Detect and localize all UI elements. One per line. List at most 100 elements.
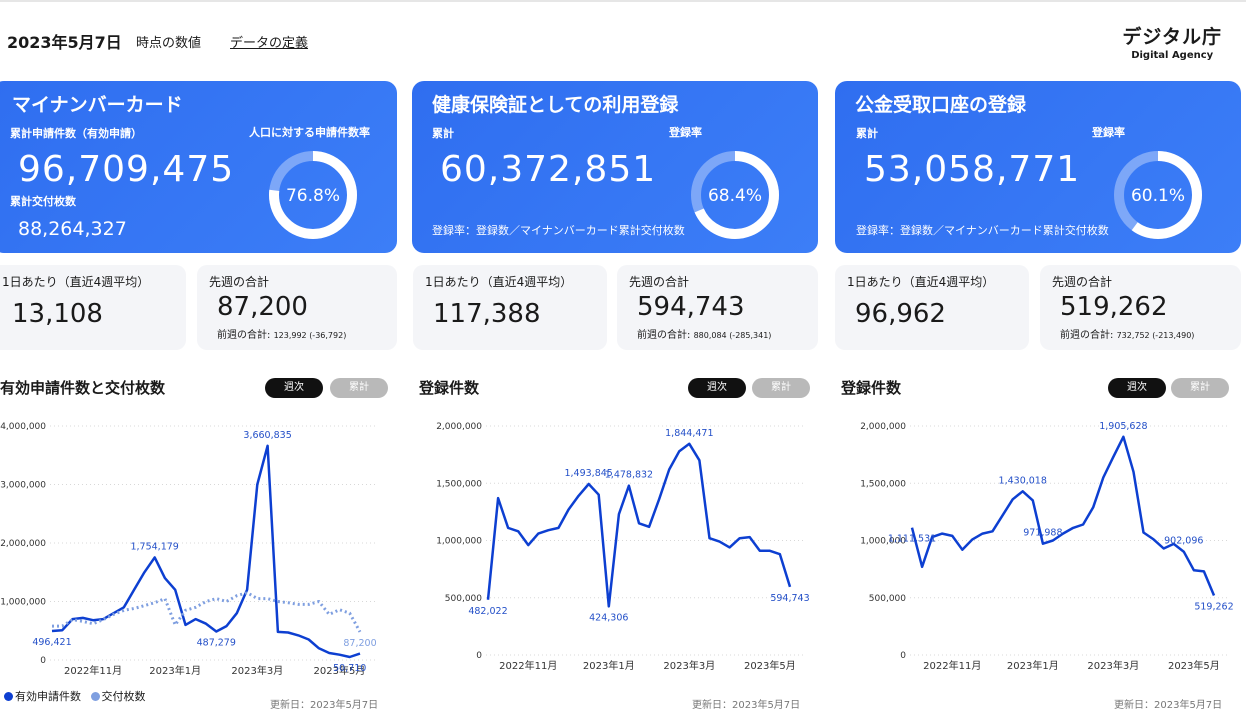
weekly-toggle[interactable]: 週次 xyxy=(265,378,323,398)
y-tick-label: 4,000,000 xyxy=(0,422,46,432)
previous-week: 前週の合計: 732,752 (-213,490) xyxy=(1060,326,1194,341)
mynumber-card-summary: マイナンバーカード 累計申請件数（有効申請） 96,709,475 累計交付枚数… xyxy=(0,81,397,253)
weekly-toggle[interactable]: 週次 xyxy=(688,378,746,398)
y-tick-label: 2,000,000 xyxy=(0,539,46,549)
data-label: 3,660,835 xyxy=(243,430,291,441)
data-label: 1,905,628 xyxy=(1099,421,1147,432)
data-label: 1,844,471 xyxy=(665,428,713,439)
digital-agency-logo: デジタル庁 Digital Agency xyxy=(1122,22,1222,61)
daily-average-value: 96,962 xyxy=(855,299,946,329)
x-tick-label: 2023年5月 xyxy=(1168,659,1220,672)
x-tick-label: 2023年1月 xyxy=(1007,659,1059,672)
as-of-date: 2023年5月7日 xyxy=(7,33,122,52)
health-insurance-summary: 健康保険証としての利用登録 累計 60,372,851 登録率 68.4% 登録… xyxy=(412,81,818,253)
x-tick-label: 2022年11月 xyxy=(923,659,981,672)
x-tick-label: 2023年3月 xyxy=(663,659,715,672)
data-label: 87,200 xyxy=(343,638,376,649)
card-title: マイナンバーカード xyxy=(12,94,183,116)
daily-average-label: 1日あたり（直近4週平均） xyxy=(2,275,150,289)
chart-title-account: 登録件数 xyxy=(841,379,902,397)
series-line xyxy=(910,435,1216,596)
health-registration-line-chart: 0 500,000 1,000,000 1,500,000 2,000,000 2022年… xyxy=(436,422,809,672)
x-tick-label: 2023年1月 xyxy=(149,664,201,677)
last-week-value: 87,200 xyxy=(217,292,308,322)
cumulative-toggle[interactable]: 累計 xyxy=(752,378,810,398)
data-label: 519,262 xyxy=(1194,602,1233,613)
issued-label: 累計交付枚数 xyxy=(10,195,76,208)
total-label: 累計 xyxy=(856,127,878,140)
rate-donut: 68.4% xyxy=(691,151,779,239)
last-week-value: 594,743 xyxy=(637,292,745,322)
public-account-summary: 公金受取口座の登録 累計 53,058,771 登録率 60.1% 登録率：登録… xyxy=(835,81,1241,253)
issued-value: 88,264,327 xyxy=(18,218,127,240)
updated-date: 更新日：2023年5月7日 xyxy=(692,700,801,711)
last-week-label: 先週の合計 xyxy=(1052,275,1113,289)
data-label: 1,754,179 xyxy=(130,541,178,552)
daily-average-label: 1日あたり（直近4週平均） xyxy=(847,275,995,289)
cumulative-toggle[interactable]: 累計 xyxy=(1171,378,1229,398)
cumulative-toggle[interactable]: 累計 xyxy=(330,378,388,398)
daily-average-card: 1日あたり（直近4週平均） 96,962 xyxy=(835,265,1029,350)
previous-week: 前週の合計: 123,992 (-36,792) xyxy=(217,326,346,341)
rate-label: 人口に対する申請件数率 xyxy=(249,126,370,139)
last-week-value: 519,262 xyxy=(1060,292,1168,322)
y-tick-label: 0 xyxy=(900,651,906,661)
previous-week-label: 前週の合計: xyxy=(637,330,691,341)
daily-average-value: 117,388 xyxy=(433,299,541,329)
previous-week-label: 前週の合計: xyxy=(217,330,271,341)
chart-legend: 有効申請件数 交付枚数 xyxy=(4,688,146,704)
legend-swatch-applications xyxy=(4,691,13,701)
y-tick-label: 1,500,000 xyxy=(860,479,906,489)
rate-label: 登録率 xyxy=(669,126,702,139)
rate-value: 76.8% xyxy=(286,186,340,206)
legend-applications: 有効申請件数 xyxy=(15,690,81,703)
total-value: 60,372,851 xyxy=(440,149,657,190)
updated-date: 更新日：2023年5月7日 xyxy=(270,700,379,711)
y-tick-label: 2,000,000 xyxy=(436,422,482,432)
daily-average-label: 1日あたり（直近4週平均） xyxy=(425,275,573,289)
legend-issued: 交付枚数 xyxy=(101,690,146,703)
y-tick-label: 500,000 xyxy=(445,594,482,604)
previous-week: 前週の合計: 880,084 (-285,341) xyxy=(637,326,771,341)
data-definition-link[interactable]: データの定義 xyxy=(230,32,308,51)
as-of-note: 時点の数値 xyxy=(136,36,202,51)
data-label: 1,430,018 xyxy=(999,475,1047,486)
y-tick-label: 0 xyxy=(476,651,482,661)
chart-title-applications: 有効申請件数と交付枚数 xyxy=(0,379,166,397)
series-line xyxy=(486,442,792,608)
x-tick-label: 2023年5月 xyxy=(744,659,796,672)
x-tick-label: 2023年1月 xyxy=(583,659,635,672)
logo-english: Digital Agency xyxy=(1131,50,1214,61)
series-line xyxy=(52,591,362,633)
daily-average-card: 1日あたり（直近4週平均） 13,108 xyxy=(0,265,186,350)
rate-label: 登録率 xyxy=(1092,126,1125,139)
applications-label: 累計申請件数（有効申請） xyxy=(10,127,142,140)
data-label: 1,111,531 xyxy=(888,534,936,545)
applications-line-chart: 0 1,000,000 2,000,000 3,000,000 4,000,000 202… xyxy=(0,422,376,677)
last-week-card: 先週の合計 594,743 前週の合計: 880,084 (-285,341) xyxy=(617,265,818,350)
data-label: 594,743 xyxy=(770,593,809,604)
data-label: 1,478,832 xyxy=(605,470,653,481)
weekly-toggle[interactable]: 週次 xyxy=(1108,378,1166,398)
last-week-label: 先週の合計 xyxy=(209,275,270,289)
last-week-card: 先週の合計 519,262 前週の合計: 732,752 (-213,490) xyxy=(1040,265,1241,350)
y-tick-label: 500,000 xyxy=(869,594,906,604)
applications-value: 96,709,475 xyxy=(18,149,235,190)
rate-value: 60.1% xyxy=(1131,186,1185,206)
data-label: 424,306 xyxy=(589,612,628,623)
y-tick-label: 1,000,000 xyxy=(436,537,482,547)
total-label: 累計 xyxy=(432,127,454,140)
data-label: 902,096 xyxy=(1164,536,1203,547)
data-label: 482,022 xyxy=(468,606,507,617)
daily-average-value: 13,108 xyxy=(12,299,103,329)
rate-footnote: 登録率：登録数／マイナンバーカード累計交付枚数 xyxy=(856,224,1109,237)
series-line xyxy=(51,444,361,659)
x-tick-label: 2023年3月 xyxy=(231,664,283,677)
previous-week-value: 880,084 (-285,341) xyxy=(693,331,772,340)
x-tick-label: 2023年3月 xyxy=(1087,659,1139,672)
data-label: 971,988 xyxy=(1023,528,1062,539)
y-tick-label: 1,000,000 xyxy=(0,598,46,608)
previous-week-value: 732,752 (-213,490) xyxy=(1116,331,1195,340)
x-tick-label: 2022年11月 xyxy=(64,664,122,677)
data-label: 487,279 xyxy=(197,637,236,648)
